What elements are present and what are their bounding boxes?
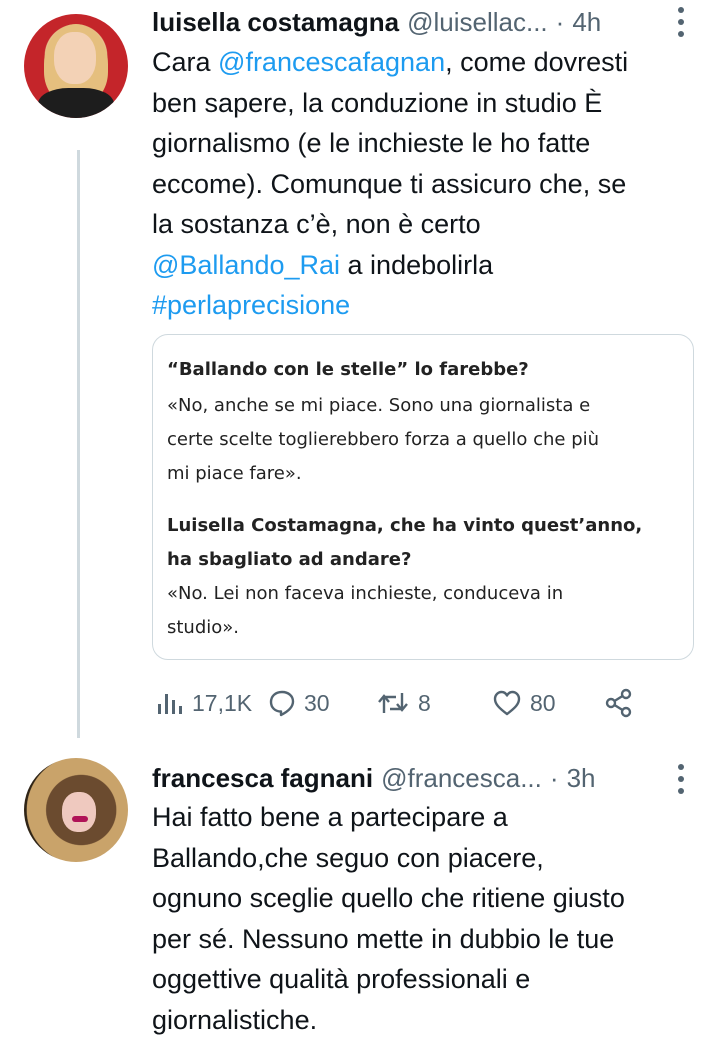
tweet-text: Hai fatto bene a partecipare a Ballando,…: [152, 797, 702, 1040]
mention-link[interactable]: @Ballando_Rai: [152, 250, 340, 280]
tweet-text-line: giornalismo (e le inchieste le ho fatte: [152, 128, 591, 158]
tweet-text-line: Ballando,che seguo con piacere,: [152, 842, 544, 873]
reply-count: 30: [304, 689, 330, 716]
author-handle[interactable]: @luisellac...: [407, 7, 548, 38]
share-button[interactable]: [604, 686, 634, 720]
quoted-image-card[interactable]: “Ballando con le stelle” lo farebbe? «No…: [152, 334, 694, 660]
tweet-text-line: la sostanza c’è, non è certo: [152, 209, 481, 239]
tweet-header: francesca fagnani @francesca... · 3h: [152, 760, 595, 796]
mention-link[interactable]: @francescafagnan: [218, 47, 445, 77]
avatar-body: [38, 88, 114, 118]
retweet-button[interactable]: 8: [376, 686, 431, 720]
quote-answer-line: studio».: [167, 617, 240, 638]
views-icon: [158, 694, 182, 714]
tweet-text-line: @Ballando_Rai a indebolirla: [152, 249, 494, 280]
reply-button[interactable]: 30: [268, 686, 330, 720]
avatar-face: [62, 792, 96, 832]
quote-question: ha sbagliato ad andare?: [167, 549, 412, 570]
tweet-text-line: ognuno sceglie quello che ritiene giusto: [152, 883, 625, 913]
views-count: 17,1K: [192, 689, 253, 716]
quote-question: Luisella Costamagna, che ha vinto quest’…: [167, 515, 643, 536]
tweet-time[interactable]: 3h: [567, 763, 596, 794]
like-count: 80: [530, 689, 556, 716]
share-icon: [605, 688, 632, 718]
tweet-text-line: Hai fatto bene a partecipare a: [152, 802, 508, 832]
quote-answer-line: «No. Lei non faceva inchieste, conduceva…: [167, 583, 564, 604]
tweet-text-line: per sé. Nessuno mette in dubbio le tue: [152, 923, 615, 954]
separator-dot: ·: [549, 762, 559, 793]
like-icon: [493, 690, 521, 716]
tweet-text-line: oggettive qualità professionali e: [152, 964, 531, 994]
tweet-text-line: Cara @francescafagnan, come dovresti: [152, 47, 629, 77]
more-icon[interactable]: [678, 764, 686, 794]
author-name[interactable]: luisella costamagna: [152, 7, 399, 38]
tweet-text-line: ben sapere, la conduzione in studio È: [152, 87, 603, 118]
quote-answer-line: mi piace fare».: [167, 463, 302, 484]
reply-icon: [269, 690, 295, 717]
retweet-count: 8: [418, 689, 431, 716]
views-button[interactable]: 17,1K: [156, 686, 252, 720]
author-name[interactable]: francesca fagnani: [152, 763, 373, 794]
retweet-icon: [378, 693, 408, 713]
more-icon[interactable]: [678, 7, 686, 37]
hashtag-link[interactable]: #perlaprecisione: [152, 290, 350, 320]
tweet-actions: 17,1K 30 8 80: [156, 686, 642, 720]
tweet-text-line: eccome). Comunque ti assicuro che, se: [152, 168, 627, 199]
quote-answer-line: certe scelte toglierebbero forza a quell…: [167, 429, 600, 450]
avatar-luisella[interactable]: [24, 14, 128, 118]
author-handle[interactable]: @francesca...: [381, 763, 542, 794]
avatar-francesca[interactable]: [24, 758, 128, 862]
avatar-face: [54, 32, 96, 84]
quote-question: “Ballando con le stelle” lo farebbe?: [167, 359, 529, 380]
like-button[interactable]: 80: [492, 686, 556, 720]
tweet-text-line: #perlaprecisione: [152, 285, 702, 326]
tweet-text: Cara @francescafagnan, come dovresti ben…: [152, 42, 702, 326]
separator-dot: ·: [555, 6, 565, 37]
thread-connector-line: [77, 150, 80, 738]
quote-answer-line: «No, anche se mi piace. Sono una giornal…: [167, 395, 591, 416]
tweet-time[interactable]: 4h: [572, 7, 601, 38]
tweet-text-line: giornalistiche.: [152, 1004, 318, 1035]
avatar-mouth: [72, 816, 88, 822]
tweet-header: luisella costamagna @luisellac... · 4h: [152, 4, 601, 40]
